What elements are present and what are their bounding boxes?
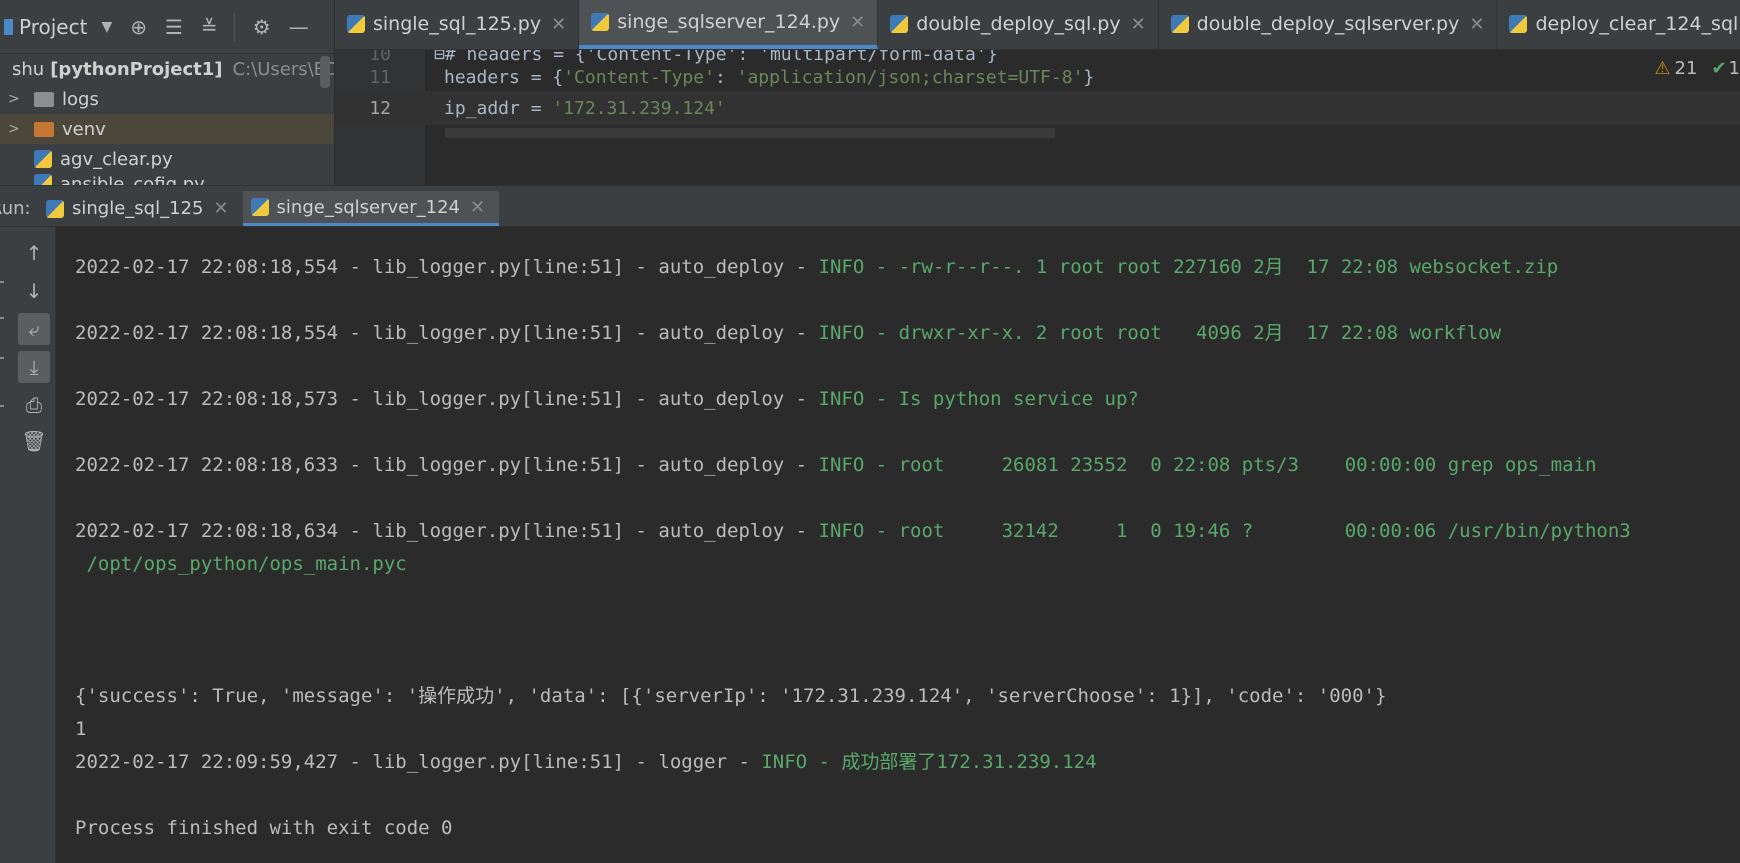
console-line: {'success': True, 'message': '操作成功', 'da… xyxy=(75,685,1387,707)
down-arrow-icon[interactable]: ↓ xyxy=(18,275,50,307)
editor-tab[interactable]: single_sql_125.py ✕ xyxy=(335,0,580,49)
collapse-all-icon[interactable]: ≚ xyxy=(201,15,218,39)
trash-icon[interactable]: 🗑 xyxy=(18,425,50,457)
python-file-icon xyxy=(34,150,52,168)
editor-tab-label: deploy_clear_124_sql.py xyxy=(1535,13,1740,35)
python-file-icon xyxy=(1509,15,1528,33)
console-line: 2022-02-17 22:08:18,554 - lib_logger.py[… xyxy=(75,256,1559,278)
tree-item-label: logs xyxy=(62,88,99,110)
project-panel-title[interactable]: Project xyxy=(19,15,87,39)
console-line: 2022-02-17 22:09:59,427 - lib_logger.py[… xyxy=(75,751,1097,773)
warning-count: 21 xyxy=(1674,58,1698,79)
python-icon xyxy=(250,198,269,216)
close-icon[interactable]: ✕ xyxy=(1469,14,1484,35)
close-icon[interactable]: ✕ xyxy=(213,198,228,219)
console-line: 1 xyxy=(75,718,87,740)
expand-all-icon[interactable]: ☰ xyxy=(165,15,183,39)
close-icon[interactable]: ✕ xyxy=(850,12,865,33)
run-tab-label: single_sql_125 xyxy=(72,198,204,219)
side-marks xyxy=(0,227,6,863)
print-icon[interactable]: ⎙ xyxy=(18,389,50,421)
editor-tab[interactable]: double_deploy_sqlserver.py ✕ xyxy=(1159,0,1498,49)
code-text: ip_addr = '172.31.239.124' xyxy=(444,97,726,119)
code-text-obscured xyxy=(445,128,1055,138)
gear-icon[interactable]: ⚙ xyxy=(253,15,271,39)
project-panel: Project ▼ ⊕ ☰ ≚ ⚙ — shu [pythonProject1]… xyxy=(0,0,335,185)
run-toolbar: ↑ ↓ ⤶ ⤓ ⎙ 🗑 xyxy=(0,227,56,863)
ok-count: 1 xyxy=(1728,58,1740,79)
folder-icon xyxy=(34,121,54,137)
tree-root[interactable]: shu [pythonProject1] C:\Users\ED xyxy=(0,54,334,84)
code-line-partial xyxy=(335,125,1740,139)
line-number: 12 xyxy=(369,97,391,119)
python-file-icon xyxy=(890,15,909,33)
project-panel-header: Project ▼ ⊕ ☰ ≚ ⚙ — xyxy=(0,0,334,54)
run-tab[interactable]: single_sql_125 ✕ xyxy=(38,191,243,226)
editor-tab[interactable]: deploy_clear_124_sql.py ✕ xyxy=(1497,0,1740,49)
editor-tab-bar: single_sql_125.py ✕ singe_sqlserver_124.… xyxy=(335,0,1740,50)
tree-item-ansible-cofig[interactable]: ansible_cofig.py xyxy=(0,174,334,185)
run-tab-active[interactable]: singe_sqlserver_124 ✕ xyxy=(242,191,500,226)
chevron-right-icon[interactable]: > xyxy=(0,121,34,137)
editor-tab-label: single_sql_125.py xyxy=(373,13,542,35)
root-name: shu xyxy=(12,58,45,80)
code-line[interactable]: 11 headers = {'Content-Type': 'applicati… xyxy=(335,60,1740,94)
code-line-current[interactable]: 12 ip_addr = '172.31.239.124' xyxy=(335,91,1740,125)
chevron-down-icon[interactable]: ▼ xyxy=(101,19,112,35)
project-scrollbar[interactable] xyxy=(320,56,330,88)
line-number: 11 xyxy=(369,66,391,88)
close-icon[interactable]: ✕ xyxy=(1131,14,1146,35)
python-file-icon xyxy=(347,15,365,33)
run-tab-label: singe_sqlserver_124 xyxy=(276,196,460,218)
tree-item-label: ansible_cofig.py xyxy=(60,174,205,185)
editor-tab-label: double_deploy_sql.py xyxy=(916,13,1121,35)
console-line: 2022-02-17 22:08:18,573 - lib_logger.py[… xyxy=(75,388,1139,410)
hide-icon[interactable]: — xyxy=(289,15,309,39)
close-icon[interactable]: ✕ xyxy=(470,197,485,218)
check-icon: ✔ xyxy=(1711,58,1727,79)
code-text: headers = {'Content-Type': 'application/… xyxy=(444,66,1095,88)
close-icon[interactable]: ✕ xyxy=(551,14,566,35)
toolbar-separator xyxy=(233,12,235,41)
up-arrow-icon[interactable]: ↑ xyxy=(18,237,50,269)
code-editor[interactable]: 10 ⊟# headers = {'Content-Type': 'multip… xyxy=(335,50,1740,185)
tree-item-logs[interactable]: > logs xyxy=(0,84,334,114)
console-line: Process finished with exit code 0 xyxy=(75,817,453,839)
editor-tab[interactable]: double_deploy_sql.py ✕ xyxy=(878,0,1159,49)
root-project: [pythonProject1] xyxy=(50,58,223,80)
python-file-icon xyxy=(591,13,610,31)
inspection-widget[interactable]: ⚠ 21 ✔ 1 xyxy=(1654,58,1740,79)
scroll-to-end-icon[interactable]: ⤓ xyxy=(18,351,50,383)
python-file-icon xyxy=(34,174,52,185)
folder-icon xyxy=(34,91,54,107)
console-line: /opt/ops_python/ops_main.pyc xyxy=(75,553,407,575)
run-console[interactable]: 2022-02-17 22:08:18,554 - lib_logger.py[… xyxy=(56,227,1740,863)
run-label: Run: xyxy=(0,198,31,219)
chevron-right-icon[interactable]: > xyxy=(0,91,34,107)
python-icon xyxy=(46,199,64,218)
console-line: 2022-02-17 22:08:18,634 - lib_logger.py[… xyxy=(75,520,1631,542)
tree-item-venv[interactable]: > venv xyxy=(0,114,334,144)
editor-tab-active[interactable]: singe_sqlserver_124.py ✕ xyxy=(579,0,879,49)
locate-icon[interactable]: ⊕ xyxy=(130,15,147,39)
soft-wrap-icon[interactable]: ⤶ xyxy=(18,313,50,345)
project-icon xyxy=(4,18,13,35)
warning-icon: ⚠ xyxy=(1654,58,1671,79)
tree-item-label: venv xyxy=(62,118,106,140)
editor-tab-label: singe_sqlserver_124.py xyxy=(617,11,841,33)
run-tab-bar: Run: single_sql_125 ✕ singe_sqlserver_12… xyxy=(0,191,1740,227)
editor-tab-label: double_deploy_sqlserver.py xyxy=(1196,13,1460,35)
tree-item-label: agv_clear.py xyxy=(60,148,173,170)
tree-item-agv-clear[interactable]: agv_clear.py xyxy=(0,144,334,174)
console-line: 2022-02-17 22:08:18,633 - lib_logger.py[… xyxy=(75,454,1597,476)
console-line: 2022-02-17 22:08:18,554 - lib_logger.py[… xyxy=(75,322,1502,344)
python-file-icon xyxy=(1170,15,1189,33)
